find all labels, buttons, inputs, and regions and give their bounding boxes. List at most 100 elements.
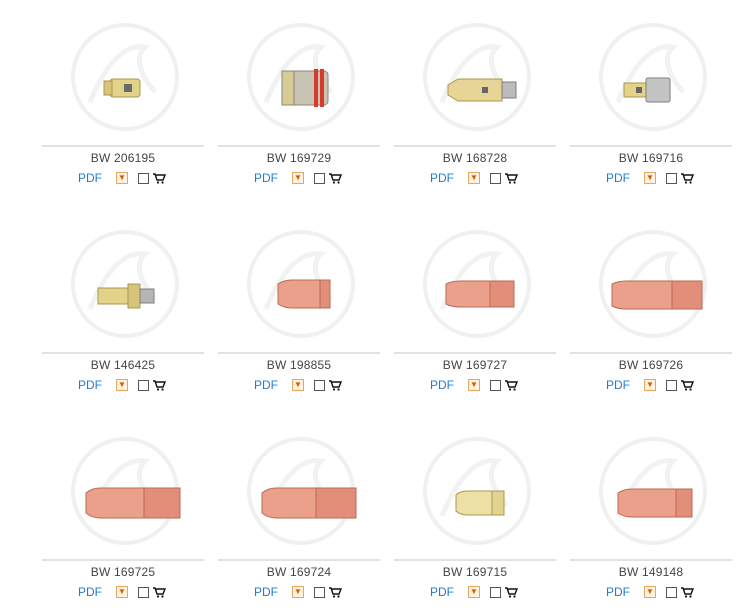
compare-checkbox[interactable] [666,586,677,598]
separator [394,145,556,147]
download-icon[interactable]: ▼ [644,172,656,184]
product-actions: PDF ▼ [430,584,518,600]
separator [42,559,204,561]
product-actions: PDF ▼ [254,584,342,600]
pdf-link[interactable]: PDF [254,171,278,185]
cart-icon[interactable] [328,379,342,391]
product-code: BW 149148 [618,565,684,579]
product-actions: PDF ▼ [606,377,694,393]
download-icon[interactable]: ▼ [116,172,128,184]
separator [394,559,556,561]
compare-checkbox[interactable] [666,379,677,391]
cart-icon[interactable] [504,586,518,598]
separator [570,352,732,354]
compare-checkbox[interactable] [490,172,501,184]
cart-icon[interactable] [152,172,166,184]
product-grid: BW 206195 PDF ▼ BW 169729 PDF ▼ BW 16872… [0,0,756,599]
product-image[interactable] [412,431,542,549]
separator [218,145,380,147]
product-code: BW 169724 [266,565,332,579]
pdf-link[interactable]: PDF [254,585,278,599]
compare-checkbox[interactable] [490,586,501,598]
product-image[interactable] [588,431,718,549]
product-card: BW 146425 PDF ▼ [42,207,218,407]
cart-icon[interactable] [328,172,342,184]
pdf-link[interactable]: PDF [430,171,454,185]
product-image[interactable] [588,17,718,135]
product-code: BW 169715 [442,565,508,579]
download-icon[interactable]: ▼ [468,172,480,184]
product-card: BW 169716 PDF ▼ [570,0,746,200]
download-icon[interactable]: ▼ [292,379,304,391]
product-image[interactable] [412,17,542,135]
pdf-link[interactable]: PDF [78,171,102,185]
product-code: BW 169726 [618,358,684,372]
download-icon[interactable]: ▼ [116,586,128,598]
product-card: BW 169725 PDF ▼ [42,414,218,614]
product-card: BW 169724 PDF ▼ [218,414,394,614]
product-card: BW 149148 PDF ▼ [570,414,746,614]
cart-icon[interactable] [504,379,518,391]
product-code: BW 198855 [266,358,332,372]
download-icon[interactable]: ▼ [292,172,304,184]
product-card: BW 168728 PDF ▼ [394,0,570,200]
product-image[interactable] [588,224,718,342]
compare-checkbox[interactable] [490,379,501,391]
download-icon[interactable]: ▼ [468,586,480,598]
product-card: BW 169726 PDF ▼ [570,207,746,407]
product-code: BW 206195 [90,151,156,165]
compare-checkbox[interactable] [666,172,677,184]
product-actions: PDF ▼ [78,170,166,186]
product-actions: PDF ▼ [606,584,694,600]
cart-icon[interactable] [152,586,166,598]
pdf-link[interactable]: PDF [606,171,630,185]
product-actions: PDF ▼ [430,377,518,393]
product-image[interactable] [412,224,542,342]
compare-checkbox[interactable] [138,586,149,598]
cart-icon[interactable] [680,379,694,391]
cart-icon[interactable] [328,586,342,598]
product-actions: PDF ▼ [78,377,166,393]
download-icon[interactable]: ▼ [116,379,128,391]
download-icon[interactable]: ▼ [468,379,480,391]
product-code: BW 146425 [90,358,156,372]
product-card: BW 169729 PDF ▼ [218,0,394,200]
cart-icon[interactable] [152,379,166,391]
product-actions: PDF ▼ [430,170,518,186]
product-image[interactable] [60,17,190,135]
separator [570,145,732,147]
pdf-link[interactable]: PDF [430,585,454,599]
product-image[interactable] [236,224,366,342]
pdf-link[interactable]: PDF [78,585,102,599]
cart-icon[interactable] [504,172,518,184]
pdf-link[interactable]: PDF [430,378,454,392]
separator [570,559,732,561]
pdf-link[interactable]: PDF [254,378,278,392]
product-actions: PDF ▼ [606,170,694,186]
compare-checkbox[interactable] [314,379,325,391]
download-icon[interactable]: ▼ [644,586,656,598]
product-image[interactable] [60,431,190,549]
pdf-link[interactable]: PDF [78,378,102,392]
download-icon[interactable]: ▼ [644,379,656,391]
product-card: BW 169727 PDF ▼ [394,207,570,407]
product-image[interactable] [60,224,190,342]
cart-icon[interactable] [680,172,694,184]
product-image[interactable] [236,431,366,549]
product-code: BW 169729 [266,151,332,165]
pdf-link[interactable]: PDF [606,585,630,599]
pdf-link[interactable]: PDF [606,378,630,392]
separator [42,145,204,147]
compare-checkbox[interactable] [138,379,149,391]
compare-checkbox[interactable] [314,172,325,184]
product-actions: PDF ▼ [78,584,166,600]
product-actions: PDF ▼ [254,377,342,393]
product-code: BW 169716 [618,151,684,165]
product-code: BW 169727 [442,358,508,372]
cart-icon[interactable] [680,586,694,598]
compare-checkbox[interactable] [314,586,325,598]
download-icon[interactable]: ▼ [292,586,304,598]
product-image[interactable] [236,17,366,135]
separator [394,352,556,354]
compare-checkbox[interactable] [138,172,149,184]
